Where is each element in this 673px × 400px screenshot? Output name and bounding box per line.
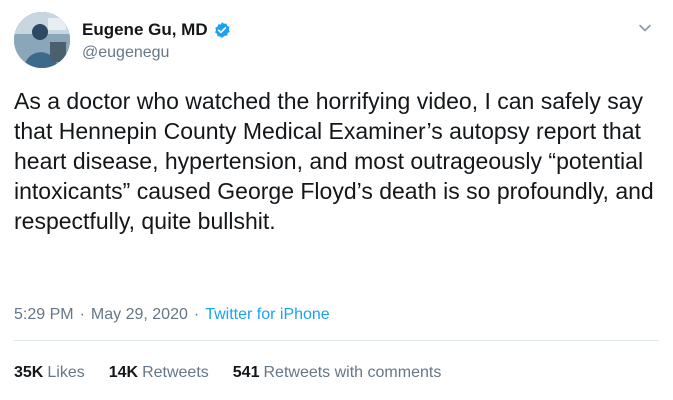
tweet-meta: 5:29 PM · May 29, 2020 · Twitter for iPh… [14,306,330,324]
tweet-header: Eugene Gu, MD @eugenegu [14,12,659,70]
display-name-row: Eugene Gu, MD [82,18,231,42]
tweet-date[interactable]: May 29, 2020 [91,306,188,324]
comments-count: 541 [232,364,260,381]
likes-count: 35K [14,364,44,381]
tweet-stats: 35K Likes 14K Retweets 541 Retweets with co… [14,364,465,382]
tweet-time[interactable]: 5:29 PM [14,306,74,324]
retweets-label: Retweets [142,364,209,381]
divider [14,340,659,341]
likes-label: Likes [47,364,85,381]
likes-stat[interactable]: 35K Likes [14,364,85,382]
tweet-text: As a doctor who watched the horrifying v… [14,88,661,234]
meta-separator: · [193,306,200,323]
chevron-down-icon[interactable] [637,20,653,36]
display-name[interactable]: Eugene Gu, MD [82,20,208,40]
comments-label: Retweets with comments [263,364,442,381]
user-names: Eugene Gu, MD @eugenegu [82,18,231,62]
retweets-count: 14K [108,364,139,381]
avatar[interactable] [14,12,70,68]
retweets-stat[interactable]: 14K Retweets [109,364,209,382]
user-handle[interactable]: @eugenegu [82,44,231,62]
tweet-source-link[interactable]: Twitter for iPhone [205,306,330,324]
retweets-with-comments-stat[interactable]: 541 Retweets with comments [233,364,442,382]
verified-badge-icon [213,21,231,39]
meta-separator: · [79,306,85,323]
